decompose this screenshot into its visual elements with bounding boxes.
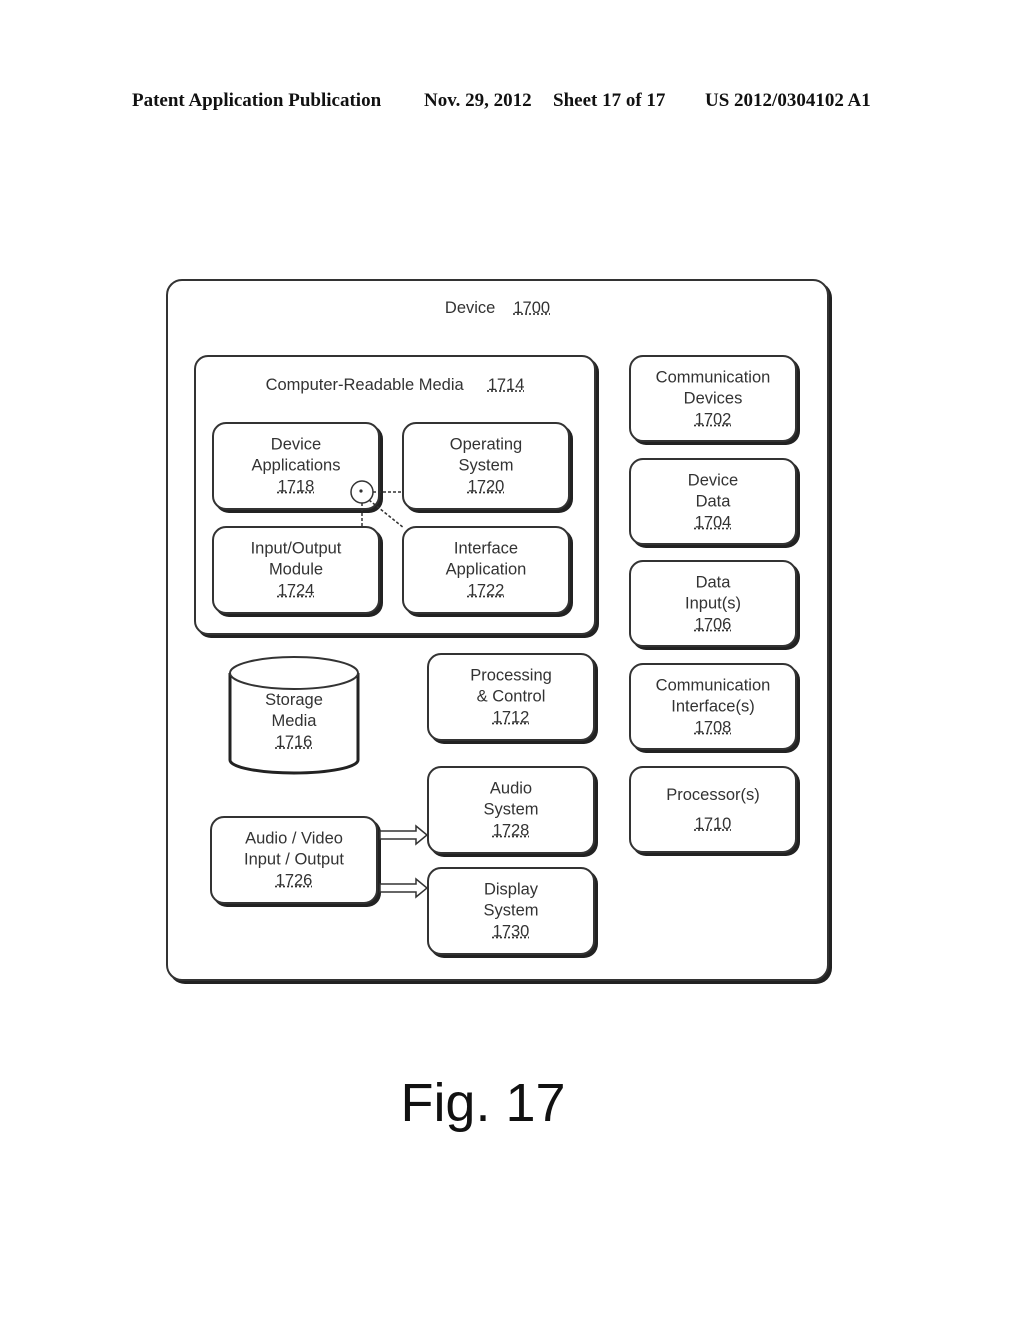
device-applications-box: Device Applications 1718 xyxy=(212,422,380,510)
publication-date: Nov. 29, 2012 xyxy=(424,90,532,111)
display-system-number: 1730 xyxy=(492,922,530,941)
storage-media-text: Storage Media 1716 xyxy=(229,690,359,753)
processing-control-line1: Processing xyxy=(470,666,552,685)
publication-title: Patent Application Publication xyxy=(132,90,382,111)
data-inputs-number: 1706 xyxy=(694,615,732,633)
operating-system-number: 1720 xyxy=(467,477,505,496)
communication-devices-number: 1702 xyxy=(694,410,732,428)
communication-devices-line1: Communication xyxy=(655,368,771,386)
av-io-number: 1726 xyxy=(275,871,313,890)
crm-title: Computer-Readable Media 1714 xyxy=(196,376,594,395)
processors-line1: Processor(s) xyxy=(666,785,760,804)
processing-control-box: Processing & Control 1712 xyxy=(427,653,595,741)
display-system-line1: Display xyxy=(483,880,539,899)
device-data-line1: Device xyxy=(687,471,739,489)
audio-system-line2: System xyxy=(483,800,539,819)
processing-control-line2: & Control xyxy=(476,687,546,706)
av-io-box: Audio / Video Input / Output 1726 xyxy=(210,816,378,904)
display-system-box: Display System 1730 xyxy=(427,867,595,955)
communication-interfaces-box: Communication Interface(s) 1708 xyxy=(629,663,797,750)
device-data-box: Device Data 1704 xyxy=(629,458,797,545)
device-data-number: 1704 xyxy=(694,513,732,531)
operating-system-box: Operating System 1720 xyxy=(402,422,570,510)
processors-number: 1710 xyxy=(694,814,732,833)
data-inputs-line2: Input(s) xyxy=(685,594,741,612)
input-output-module-line2: Module xyxy=(268,560,324,579)
device-data-line2: Data xyxy=(695,492,731,510)
figure-label: Fig. 17 xyxy=(400,1073,566,1133)
crm-number: 1714 xyxy=(487,376,525,394)
device-title: Device 1700 xyxy=(168,299,827,318)
device-applications-number: 1718 xyxy=(277,477,315,496)
storage-media-number: 1716 xyxy=(275,733,313,751)
storage-media-line1: Storage xyxy=(265,691,323,709)
audio-system-box: Audio System 1728 xyxy=(427,766,595,854)
storage-media-line2: Media xyxy=(271,712,317,730)
interface-application-line2: Application xyxy=(445,560,527,579)
crm-label: Computer-Readable Media xyxy=(265,376,464,394)
interface-application-box: Interface Application 1722 xyxy=(402,526,570,614)
device-applications-line2: Applications xyxy=(251,456,341,475)
patent-number: US 2012/0304102 A1 xyxy=(705,90,871,111)
communication-interfaces-number: 1708 xyxy=(694,718,732,736)
processing-control-number: 1712 xyxy=(492,708,530,727)
processors-box: Processor(s) 1710 xyxy=(629,766,797,853)
device-number: 1700 xyxy=(513,299,551,317)
input-output-module-number: 1724 xyxy=(277,581,315,600)
communication-interfaces-line2: Interface(s) xyxy=(671,697,755,715)
input-output-module-box: Input/Output Module 1724 xyxy=(212,526,380,614)
operating-system-line1: Operating xyxy=(449,435,523,454)
communication-interfaces-line1: Communication xyxy=(655,676,771,694)
interface-application-line1: Interface xyxy=(453,539,519,558)
audio-system-number: 1728 xyxy=(492,821,530,840)
av-io-line2: Input / Output xyxy=(244,850,344,869)
device-label: Device xyxy=(444,299,496,317)
data-inputs-box: Data Input(s) 1706 xyxy=(629,560,797,647)
audio-system-line1: Audio xyxy=(489,779,533,798)
communication-devices-box: Communication Devices 1702 xyxy=(629,355,797,442)
sheet-number: Sheet 17 of 17 xyxy=(553,90,666,111)
device-applications-line1: Device xyxy=(270,435,322,454)
communication-devices-line2: Devices xyxy=(683,389,743,407)
av-io-line1: Audio / Video xyxy=(245,829,343,848)
operating-system-line2: System xyxy=(458,456,514,475)
input-output-module-line1: Input/Output xyxy=(250,539,342,558)
interface-application-number: 1722 xyxy=(467,581,505,600)
data-inputs-line1: Data xyxy=(695,573,731,591)
display-system-line2: System xyxy=(483,901,539,920)
